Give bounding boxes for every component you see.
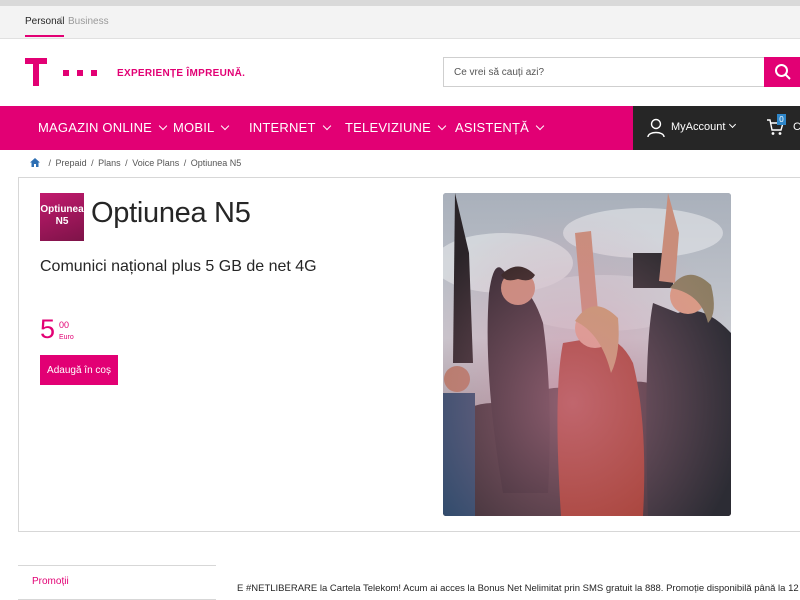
search-button[interactable] (764, 57, 800, 87)
search-input[interactable] (444, 58, 764, 86)
price-decimals: 00 (59, 320, 70, 330)
chevron-down-icon (221, 121, 230, 131)
chevron-down-icon (158, 121, 168, 131)
breadcrumb-current: Optiunea N5 (190, 158, 242, 168)
price-currency: Euro (59, 334, 74, 341)
home-icon[interactable] (30, 158, 40, 167)
breadcrumb-separator: / (125, 158, 128, 168)
nav-item-label: MOBIL (173, 120, 215, 135)
chevron-down-icon[interactable] (728, 120, 737, 129)
breadcrumb-separator: / (183, 158, 187, 168)
account-area: MyAccount 0 C (633, 106, 800, 150)
myaccount-link[interactable]: MyAccount (671, 121, 725, 133)
logo-dot (91, 70, 97, 76)
nav-item-label: INTERNET (249, 120, 316, 135)
search-icon (775, 64, 791, 80)
logo-dot (63, 70, 69, 76)
add-to-cart-button[interactable]: Adaugă în coș (40, 355, 118, 385)
product-thumbnail: Optiunea N5 (40, 193, 84, 241)
logo-dot (77, 70, 83, 76)
nav-item-internet[interactable]: INTERNET (249, 106, 331, 150)
hero-image (443, 193, 731, 516)
product-title: Optiunea N5 (91, 197, 251, 229)
segment-bar: Personal / Business (0, 0, 800, 39)
cart-count-badge: 0 (777, 114, 786, 125)
product-card: Optiunea N5 Optiunea N5 Comunici naționa… (18, 177, 800, 532)
nav-item-televiziune[interactable]: TELEVIZIUNE (345, 106, 447, 150)
breadcrumb-voice-plans[interactable]: Voice Plans (132, 158, 179, 168)
search-box (443, 57, 765, 87)
main-nav: MAGAZIN ONLINE MOBIL INTERNET TELEVIZIUN… (0, 106, 800, 150)
chevron-down-icon (437, 121, 447, 131)
chevron-down-icon (535, 121, 545, 131)
promo-text: E #NETLIBERARE la Cartela Telekom! Acum … (237, 583, 800, 594)
side-menu-item-promotii[interactable]: Promoții (32, 576, 69, 587)
chevron-down-icon (322, 121, 331, 131)
segment-separator: / (59, 16, 62, 27)
breadcrumb-separator: / (91, 158, 94, 168)
nav-item-label: TELEVIZIUNE (345, 120, 431, 135)
site-header: EXPERIENȚE ÎMPREUNĂ. (0, 39, 800, 106)
nav-item-magazin-online[interactable]: MAGAZIN ONLINE (38, 106, 168, 150)
logo-t-stem (33, 58, 39, 86)
tagline: EXPERIENȚE ÎMPREUNĂ. (117, 68, 246, 79)
cart-label[interactable]: C (793, 121, 800, 133)
nav-item-label: MAGAZIN ONLINE (38, 120, 153, 135)
breadcrumb: / Prepaid / Plans / Voice Plans / Optiun… (30, 158, 241, 168)
product-thumbnail-line2: N5 (55, 216, 69, 227)
breadcrumb-separator: / (48, 158, 52, 168)
concert-crowd-image (443, 193, 731, 516)
telekom-logo[interactable] (25, 56, 97, 90)
breadcrumb-prepaid[interactable]: Prepaid (56, 158, 87, 168)
product-thumbnail-line1: Optiunea (40, 204, 84, 215)
user-icon (647, 118, 665, 138)
nav-item-mobil[interactable]: MOBIL (173, 106, 230, 150)
price-value: 5 (40, 314, 56, 344)
side-menu: Promoții (18, 565, 216, 600)
product-subtitle: Comunici național plus 5 GB de net 4G (40, 258, 317, 275)
nav-item-asistenta[interactable]: ASISTENȚĂ (455, 106, 545, 150)
breadcrumb-plans[interactable]: Plans (98, 158, 121, 168)
segment-business[interactable]: Business (68, 16, 109, 27)
nav-item-label: ASISTENȚĂ (455, 120, 530, 135)
